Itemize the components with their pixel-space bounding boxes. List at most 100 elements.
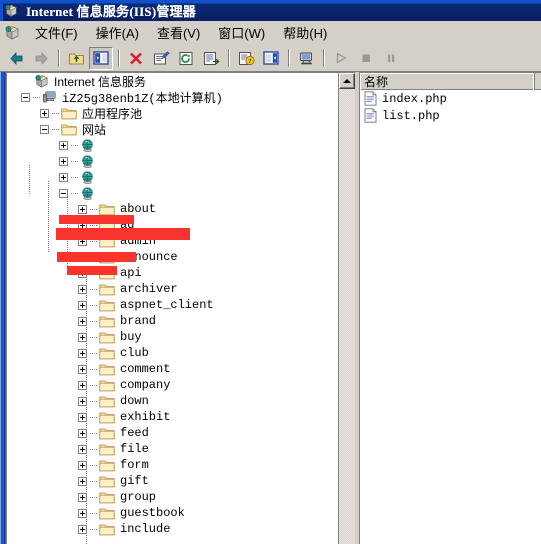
properties-button[interactable] (149, 47, 173, 70)
tree-vertical-scrollbar[interactable] (338, 73, 355, 544)
expand-node-icon[interactable] (40, 108, 49, 118)
help-button[interactable]: ? (234, 47, 258, 70)
expand-node-icon[interactable] (78, 476, 87, 486)
tree-node-folder[interactable]: down (7, 393, 338, 409)
tree-node-site[interactable] (7, 185, 338, 201)
expand-node-icon[interactable] (59, 172, 68, 182)
tree-node-folder[interactable]: club (7, 345, 338, 361)
expand-node-icon[interactable] (78, 428, 87, 438)
back-button[interactable] (4, 47, 28, 70)
expand-node-icon[interactable] (78, 412, 87, 422)
expand-node-icon[interactable] (78, 316, 87, 326)
tree-node-app-pools[interactable]: 应用程序池 (7, 105, 338, 121)
pause-button[interactable] (379, 47, 403, 70)
expand-node-icon[interactable] (78, 284, 87, 294)
refresh-button[interactable] (174, 47, 198, 70)
tree-node-label: aspnet_client (120, 298, 214, 312)
tree-scroll-viewport[interactable]: Internet 信息服务 iZ25g38enb1Z(本地计算机) 应用程序池 … (7, 73, 338, 544)
tree-node-folder[interactable]: form (7, 457, 338, 473)
tree-node-folder[interactable]: api (7, 265, 338, 281)
tree-node-label: about (120, 202, 157, 216)
delete-button[interactable] (124, 47, 148, 70)
expand-node-icon[interactable] (78, 380, 87, 390)
collapse-node-icon[interactable] (21, 92, 30, 102)
tree-node-root[interactable]: Internet 信息服务 (7, 73, 338, 89)
scrollbar-track[interactable] (339, 89, 355, 544)
expand-node-icon[interactable] (78, 524, 87, 534)
scroll-up-arrow-icon[interactable] (339, 73, 355, 89)
tree-node-folder[interactable]: brand (7, 313, 338, 329)
expand-node-icon[interactable] (78, 332, 87, 342)
tree-node-folder[interactable]: aspnet_client (7, 297, 338, 313)
forward-button[interactable] (29, 47, 53, 70)
folder-icon (99, 331, 115, 344)
tree-node-folder[interactable]: include (7, 521, 338, 537)
expand-node-icon[interactable] (78, 460, 87, 470)
expand-node-icon[interactable] (78, 396, 87, 406)
menu-window[interactable]: 窗口(W) (209, 21, 274, 44)
collapse-node-icon[interactable] (40, 124, 49, 134)
show-hide-tree-button[interactable] (89, 46, 113, 70)
tree-node-site[interactable] (7, 169, 338, 185)
menu-view[interactable]: 查看(V) (148, 21, 209, 44)
folder-icon (99, 507, 115, 520)
tree-node-folder[interactable]: exhibit (7, 409, 338, 425)
collapse-node-icon[interactable] (59, 188, 68, 198)
tree-node-folder[interactable]: company (7, 377, 338, 393)
start-button[interactable] (329, 47, 353, 70)
expand-node-icon[interactable] (78, 444, 87, 454)
tree-node-site[interactable] (7, 137, 338, 153)
stop-button[interactable] (354, 47, 378, 70)
system-menu-icon[interactable] (4, 25, 20, 41)
website-globe-icon (80, 186, 95, 201)
tree-node-computer[interactable]: iZ25g38enb1Z(本地计算机) (7, 89, 338, 106)
list-item[interactable]: list.php (360, 107, 541, 124)
tree-node-folder[interactable]: about (7, 201, 338, 217)
expand-node-icon[interactable] (78, 364, 87, 374)
show-details-button[interactable] (259, 47, 283, 70)
php-file-icon (364, 108, 377, 123)
redaction-bar (59, 215, 134, 224)
menu-action[interactable]: 操作(A) (87, 21, 148, 44)
tree-node-folder[interactable]: comment (7, 361, 338, 377)
expand-node-icon[interactable] (59, 156, 68, 166)
tree-connector-line (71, 144, 78, 146)
export-list-button[interactable] (199, 47, 223, 70)
folder-icon (99, 411, 115, 424)
menu-help[interactable]: 帮助(H) (274, 21, 336, 44)
tree-node-folder[interactable]: buy (7, 329, 338, 345)
expand-node-icon[interactable] (78, 492, 87, 502)
tree-connector-line (52, 128, 59, 130)
tree-node-site[interactable] (7, 153, 338, 169)
tree-node-folder[interactable]: file (7, 441, 338, 457)
connect-computer-button[interactable] (294, 47, 318, 70)
website-globe-icon (80, 138, 95, 153)
computer-icon (42, 90, 57, 104)
expand-node-icon[interactable] (78, 508, 87, 518)
expand-node-icon[interactable] (78, 348, 87, 358)
tree-node-label: guestbook (120, 506, 185, 520)
list-item-label: index.php (382, 91, 447, 106)
menu-file[interactable]: 文件(F) (26, 21, 87, 44)
tree-node-label: Internet 信息服务 (54, 74, 147, 89)
list-item-label: list.php (382, 108, 440, 123)
tree-node-folder[interactable]: archiver (7, 281, 338, 297)
tree-node-spacer (13, 77, 22, 86)
tree-connector-line (52, 112, 59, 114)
tree-node-label: api (120, 266, 142, 280)
tree-node-folder[interactable]: group (7, 489, 338, 505)
expand-node-icon[interactable] (59, 140, 68, 150)
expand-node-icon[interactable] (78, 300, 87, 310)
list-item[interactable]: index.php (360, 90, 541, 107)
tree-connector-line (90, 352, 97, 354)
expand-node-icon[interactable] (78, 204, 87, 214)
tree-node-web-sites[interactable]: 网站 (7, 121, 338, 137)
tree-node-folder[interactable]: gift (7, 473, 338, 489)
tree-node-folder[interactable]: guestbook (7, 505, 338, 521)
folder-icon (99, 459, 115, 472)
column-name[interactable]: 名称 (360, 73, 535, 90)
tree-node-folder[interactable]: feed (7, 425, 338, 441)
tree-node-label: archiver (120, 282, 178, 296)
toolbar-separator (288, 49, 290, 67)
up-one-level-button[interactable] (64, 47, 88, 70)
